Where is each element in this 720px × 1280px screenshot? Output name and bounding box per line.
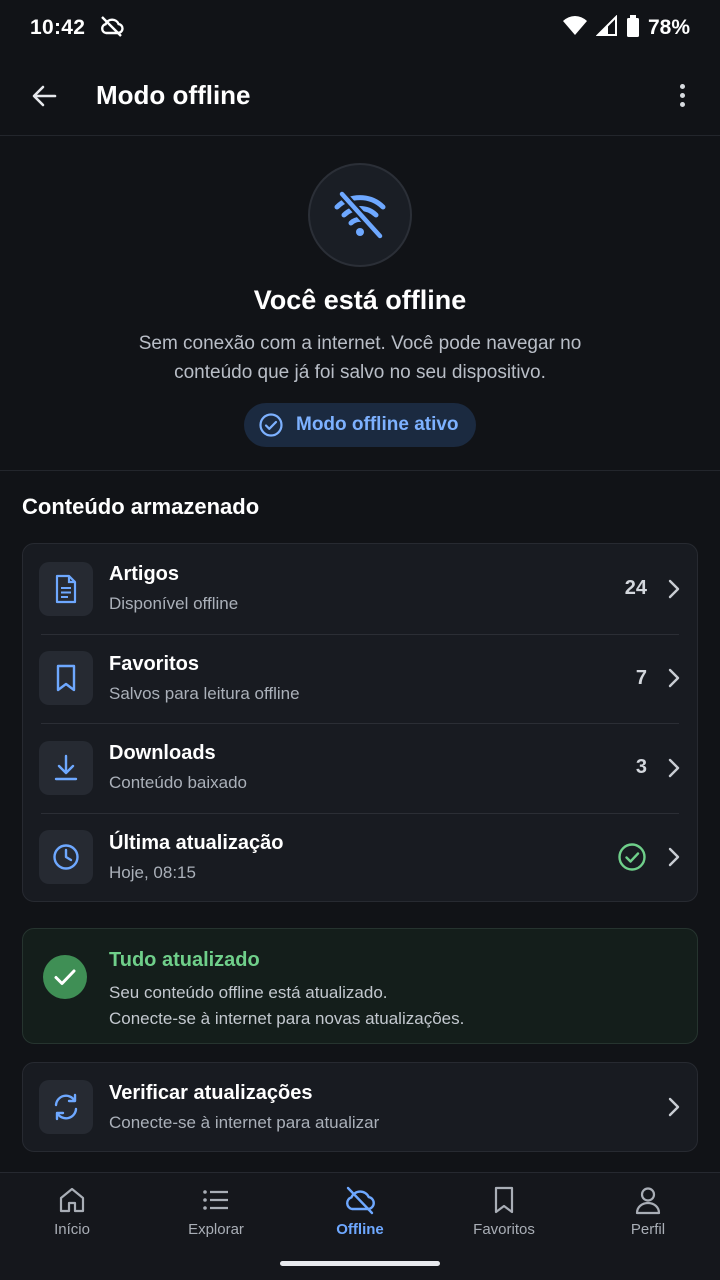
offline-icon-circle — [308, 163, 412, 267]
chevron-right-icon — [668, 579, 680, 598]
list-item-count: 3 — [635, 756, 647, 779]
bookmark-icon — [494, 1186, 514, 1214]
wifi-icon — [562, 15, 588, 42]
nav-label: Início — [54, 1221, 90, 1238]
status-bar: 10:42 78% — [0, 0, 720, 56]
list-item-last-update[interactable]: Última atualização Hoje, 08:15 — [23, 812, 697, 902]
check-updates-button[interactable]: Verificar atualizações Conecte-se à inte… — [22, 1062, 698, 1152]
check-circle-icon — [618, 843, 646, 871]
list-item-subtitle: Disponível offline — [109, 594, 239, 614]
offline-title: Você está offline — [253, 285, 467, 315]
list-item-subtitle: Salvos para leitura offline — [109, 683, 300, 703]
signal-icon — [595, 14, 618, 42]
stored-content-list: Artigos Disponível offline 24 Favoritos … — [22, 543, 698, 902]
list-item-count: 24 — [624, 577, 647, 600]
wifi-off-icon — [334, 190, 386, 240]
offline-description: Sem conexão com a internet. Você pode na… — [138, 333, 582, 383]
up-to-date-card: Tudo atualizado Seu conteúdo offline est… — [22, 928, 698, 1044]
check-icon — [43, 955, 87, 999]
check-updates-title: Verificar atualizações — [109, 1081, 313, 1104]
list-item-subtitle: Conteúdo baixado — [109, 773, 248, 793]
list-item-count: 7 — [635, 666, 647, 689]
app-bar: Modo offline — [0, 56, 720, 136]
up-to-date-title: Tudo atualizado — [109, 949, 260, 971]
bookmark-icon — [39, 651, 93, 706]
nav-label: Perfil — [630, 1221, 666, 1238]
up-to-date-line-2: Conecte-se à internet para novas atualiz… — [109, 1009, 465, 1028]
page-title: Modo offline — [96, 80, 251, 110]
check-circle-icon — [259, 413, 283, 437]
cloud-off-icon — [346, 1186, 375, 1215]
section-title: Conteúdo armazenado — [22, 494, 260, 519]
nav-item-home[interactable]: Início — [0, 1173, 144, 1280]
chevron-right-icon — [668, 669, 680, 688]
cloud-off-icon — [99, 15, 125, 42]
clock-icon — [39, 830, 93, 885]
chevron-right-icon — [668, 1097, 680, 1117]
list-item-title: Downloads — [109, 742, 216, 765]
check-updates-subtitle: Conecte-se à internet para atualizar — [109, 1112, 380, 1132]
status-time: 10:42 — [30, 16, 86, 39]
download-icon — [39, 740, 93, 795]
nav-label: Favoritos — [473, 1221, 535, 1238]
refresh-icon — [39, 1080, 93, 1134]
list-item-favorites[interactable]: Favoritos Salvos para leitura offline 7 — [23, 633, 697, 724]
battery-percentage: 78% — [647, 16, 690, 39]
arrow-back-icon — [32, 85, 57, 106]
list-item-title: Última atualização — [109, 831, 284, 854]
nav-item-profile[interactable]: Perfil — [576, 1173, 720, 1280]
more-vert-icon — [679, 84, 685, 89]
battery-icon — [626, 14, 640, 42]
list-item-downloads[interactable]: Downloads Conteúdo baixado 3 — [23, 723, 697, 813]
more-options-button[interactable] — [670, 78, 694, 114]
list-item-title: Favoritos — [109, 652, 200, 675]
list-item-articles[interactable]: Artigos Disponível offline 24 — [23, 544, 697, 634]
chevron-right-icon — [668, 758, 680, 777]
home-indicator[interactable] — [280, 1261, 440, 1266]
nav-label: Explorar — [188, 1221, 244, 1238]
offline-mode-badge: Modo offline ativo — [244, 403, 476, 447]
home-icon — [59, 1187, 85, 1213]
list-item-subtitle: Hoje, 08:15 — [109, 862, 196, 882]
back-button[interactable] — [26, 78, 62, 114]
badge-label: Modo offline ativo — [296, 414, 459, 435]
nav-item-explore[interactable]: Explorar — [144, 1173, 288, 1280]
chevron-right-icon — [668, 848, 680, 867]
up-to-date-line-1: Seu conteúdo offline está atualizado. — [109, 983, 388, 1002]
offline-hero: Você está offline Sem conexão com a inte… — [0, 137, 720, 471]
article-icon — [39, 561, 93, 616]
person-icon — [635, 1187, 661, 1215]
list-item-title: Artigos — [109, 563, 179, 586]
list-icon — [203, 1190, 228, 1210]
nav-label: Offline — [336, 1221, 384, 1238]
nav-item-favorites[interactable]: Favoritos — [432, 1173, 576, 1280]
